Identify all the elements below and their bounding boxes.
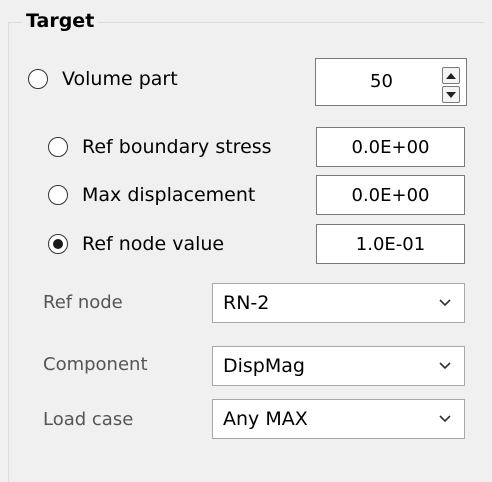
max-displacement-radio-row[interactable]: Max displacement — [48, 180, 255, 210]
ref-node-value-radio-row[interactable]: Ref node value — [48, 229, 224, 259]
max-displacement-field[interactable]: 0.0E+00 — [316, 175, 465, 215]
ref-boundary-stress-radio[interactable] — [48, 137, 68, 157]
volume-part-label: Volume part — [62, 68, 178, 90]
chevron-down-icon — [439, 362, 451, 370]
volume-part-spinbox[interactable]: 50 — [315, 58, 467, 106]
max-displacement-radio[interactable] — [48, 185, 68, 205]
ref-node-value-field[interactable]: 1.0E-01 — [316, 224, 465, 264]
radio-selected-dot — [53, 239, 63, 249]
max-displacement-label: Max displacement — [82, 184, 256, 206]
component-label: Component — [43, 354, 148, 375]
volume-part-radio[interactable] — [28, 69, 48, 89]
ref-boundary-stress-field[interactable]: 0.0E+00 — [316, 127, 465, 167]
volume-part-value: 50 — [370, 71, 393, 92]
spin-down-icon[interactable] — [442, 86, 460, 103]
ref-boundary-stress-label: Ref boundary stress — [82, 136, 272, 158]
volume-part-spinner — [442, 67, 460, 103]
ref-boundary-stress-value: 0.0E+00 — [351, 136, 430, 158]
ref-node-label: Ref node — [43, 292, 123, 313]
chevron-down-icon — [439, 299, 451, 307]
ref-node-value-value: 1.0E-01 — [355, 233, 426, 255]
ref-boundary-stress-radio-row[interactable]: Ref boundary stress — [48, 132, 272, 162]
ref-node-value-radio[interactable] — [48, 234, 68, 254]
load-case-dropdown[interactable]: Any MAX — [212, 399, 465, 439]
load-case-label: Load case — [43, 409, 134, 430]
chevron-down-icon — [439, 415, 451, 423]
max-displacement-value: 0.0E+00 — [351, 184, 430, 206]
load-case-selected: Any MAX — [223, 408, 308, 430]
component-selected: DispMag — [223, 355, 305, 377]
ref-node-dropdown[interactable]: RN-2 — [212, 283, 465, 323]
volume-part-radio-row[interactable]: Volume part — [28, 64, 178, 94]
ref-node-value-label: Ref node value — [82, 233, 225, 255]
ref-node-selected: RN-2 — [223, 292, 270, 314]
group-title: Target — [22, 9, 99, 33]
component-dropdown[interactable]: DispMag — [212, 346, 465, 386]
spin-up-icon[interactable] — [442, 67, 460, 84]
target-panel: Target Volume part 50 Ref boundary stres… — [0, 0, 492, 482]
